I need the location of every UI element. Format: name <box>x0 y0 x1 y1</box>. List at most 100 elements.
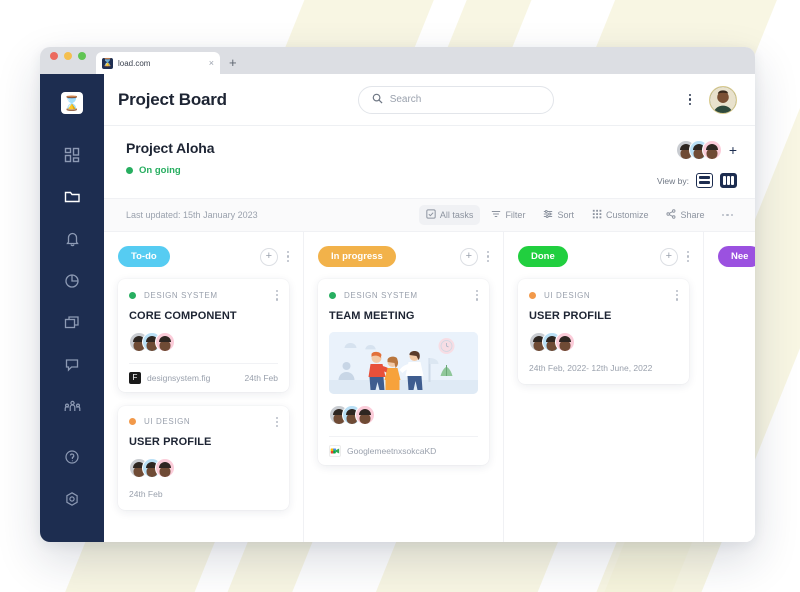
question-circle-icon <box>64 449 80 465</box>
screen: ⌛ load.com × + ⌛ Project Board Search Pr… <box>0 0 800 592</box>
window-controls[interactable] <box>50 47 86 74</box>
sidebar-item-settings[interactable] <box>55 484 89 514</box>
card-date: 24th Feb <box>244 372 278 383</box>
sidebar-item-messages[interactable] <box>55 350 89 380</box>
add-card-button[interactable]: + <box>259 247 278 266</box>
add-card-button[interactable]: + <box>659 247 678 266</box>
topbar-menu-button[interactable] <box>685 90 696 110</box>
close-icon[interactable]: × <box>209 58 214 68</box>
card-category: DESIGN SYSTEM <box>344 290 418 300</box>
view-by-control: View by: <box>657 173 737 188</box>
search-box[interactable] <box>357 85 554 114</box>
search-input[interactable] <box>389 94 540 105</box>
share-button[interactable]: Share <box>659 205 711 225</box>
card-menu-button[interactable] <box>275 290 278 301</box>
card-avatars <box>129 331 278 352</box>
browser-tab[interactable]: ⌛ load.com × <box>96 52 220 74</box>
add-card-button[interactable]: + <box>459 247 478 266</box>
close-window-button[interactable] <box>50 52 58 60</box>
app-viewport: ⌛ Project Board Search Project Aloha On … <box>40 74 755 542</box>
more-options-button[interactable] <box>716 208 740 223</box>
project-info: Project Aloha On going <box>126 140 657 176</box>
task-card[interactable]: DESIGN SYSTEM CORE COMPONENT F designsys… <box>118 279 289 392</box>
card-category: UI DESIGN <box>144 417 191 427</box>
avatar <box>155 458 175 479</box>
last-updated-label: Last updated: 15th January 2023 <box>126 210 258 220</box>
card-file-name[interactable]: designsystem.fig <box>147 373 238 383</box>
sort-button[interactable]: Sort <box>536 205 581 225</box>
card-title: USER PROFILE <box>129 436 212 449</box>
people-icon <box>64 399 81 415</box>
sort-label: Sort <box>557 210 574 220</box>
card-menu-button[interactable] <box>275 416 278 428</box>
project-actions: + View by: <box>657 140 737 188</box>
card-footer: F designsystem.fig 24th Feb <box>129 362 278 392</box>
minimize-window-button[interactable] <box>64 52 72 60</box>
figma-icon: F <box>129 371 141 384</box>
sliders-icon <box>543 209 553 221</box>
avatar[interactable] <box>701 140 722 160</box>
column-label-needs-review[interactable]: Nee <box>718 246 755 267</box>
task-card[interactable]: UI DESIGN USER PROFILE 24th Feb, 2022- 1… <box>518 279 689 384</box>
card-header: UI DESIGN <box>129 416 278 428</box>
card-avatars <box>329 404 478 425</box>
chat-bubble-icon <box>64 357 80 373</box>
sidebar-item-notifications[interactable] <box>55 224 89 254</box>
avatar[interactable] <box>709 85 737 114</box>
filter-button[interactable]: Filter <box>484 205 532 225</box>
new-tab-button[interactable]: + <box>229 55 237 74</box>
card-title: CORE COMPONENT <box>129 309 237 322</box>
card-header: DESIGN SYSTEM <box>129 290 278 301</box>
task-card[interactable]: DESIGN SYSTEM TEAM MEETING Googlemeetnxs… <box>318 279 489 465</box>
add-member-button[interactable]: + <box>729 143 737 157</box>
list-view-icon[interactable] <box>696 173 713 188</box>
card-avatars <box>129 458 278 479</box>
task-card[interactable]: UI DESIGN USER PROFILE 24th Feb <box>118 405 289 511</box>
hourglass-logo-icon[interactable]: ⌛ <box>61 92 83 114</box>
category-dot-icon <box>529 291 536 299</box>
maximize-window-button[interactable] <box>78 52 86 60</box>
sidebar-item-files[interactable] <box>55 182 89 212</box>
category-dot-icon <box>329 291 336 299</box>
project-status: On going <box>126 165 657 176</box>
all-tasks-label: All tasks <box>439 210 474 220</box>
avatar <box>555 331 575 352</box>
card-menu-button[interactable] <box>475 290 478 301</box>
sidebar-item-boards[interactable] <box>55 308 89 338</box>
column-label-in-progress[interactable]: In progress <box>318 246 396 267</box>
project-name: Project Aloha <box>126 140 215 156</box>
sidebar-item-dashboard[interactable] <box>55 140 89 170</box>
card-avatars <box>529 331 678 352</box>
share-label: Share <box>680 210 705 220</box>
grid-dots-icon <box>592 209 602 221</box>
card-menu-button[interactable] <box>675 290 678 301</box>
category-dot-icon <box>129 291 136 299</box>
all-tasks-button[interactable]: All tasks <box>418 205 481 225</box>
team-meeting-illustration <box>329 331 478 394</box>
card-category: UI DESIGN <box>544 290 591 300</box>
card-footer: GooglemeetnxsokcaKD <box>329 435 478 465</box>
customize-button[interactable]: Customize <box>585 205 656 225</box>
sidebar-item-help[interactable] <box>55 442 89 472</box>
column-label-done[interactable]: Done <box>518 246 568 267</box>
column-menu-button[interactable] <box>686 251 689 262</box>
grid-icon <box>64 147 80 163</box>
column-menu-button[interactable] <box>286 251 289 262</box>
column-label-todo[interactable]: To-do <box>118 246 170 267</box>
member-avatars: + <box>675 140 737 160</box>
tab-title: load.com <box>118 58 151 68</box>
page-title: Project Board <box>118 89 227 109</box>
card-category: DESIGN SYSTEM <box>144 290 218 300</box>
column-header: In progress + <box>318 246 489 267</box>
search-icon <box>372 91 383 109</box>
column-menu-button[interactable] <box>486 251 489 262</box>
column-header: Nee <box>718 246 755 267</box>
sidebar-item-analytics[interactable] <box>55 266 89 296</box>
filter-icon <box>491 209 501 221</box>
board-view-icon[interactable] <box>720 173 737 188</box>
card-file-name[interactable]: GooglemeetnxsokcaKD <box>347 446 478 456</box>
card-title: USER PROFILE <box>529 309 612 322</box>
board-column-done: Done + UI DESIGN USER PROFILE 24th Feb, … <box>504 232 704 542</box>
sidebar-item-team[interactable] <box>55 392 89 422</box>
avatar <box>355 404 375 425</box>
